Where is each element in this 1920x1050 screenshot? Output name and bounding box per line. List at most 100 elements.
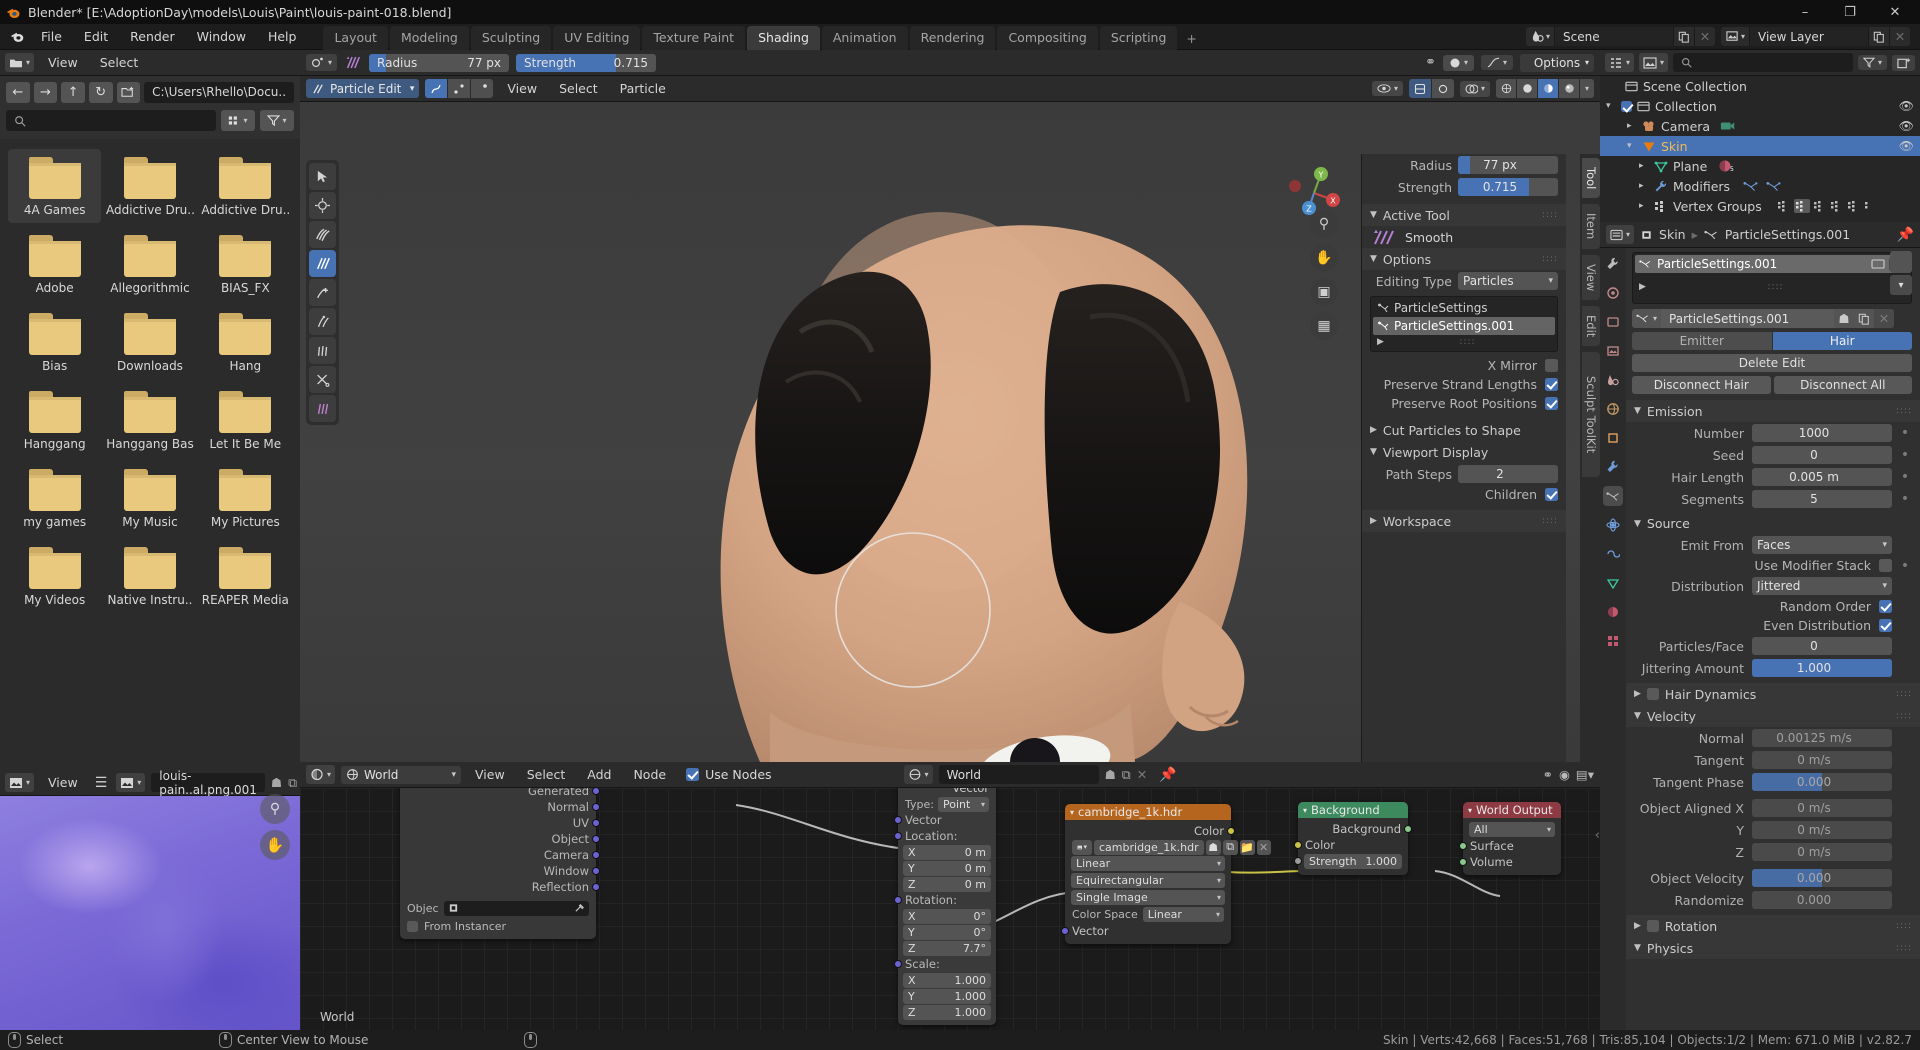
render-visibility-icon[interactable] <box>1871 258 1885 270</box>
source-subpanel-header[interactable]: ▼ Source <box>1626 513 1920 534</box>
editor-type-selector[interactable]: ▾ <box>5 53 35 72</box>
fake-user-icon[interactable]: ☗ <box>1205 839 1221 855</box>
tab-world-properties[interactable] <box>1603 399 1623 419</box>
tool-weight-icon[interactable] <box>309 395 336 422</box>
tab-sculpting[interactable]: Sculpting <box>470 25 552 50</box>
segments-field[interactable]: 5 <box>1752 490 1892 508</box>
object-aligned-z-field[interactable]: 0 m/s <box>1752 843 1892 861</box>
file-item[interactable]: Allegorithmic <box>103 227 196 301</box>
emit-from-dropdown[interactable]: Faces <box>1752 536 1892 554</box>
tab-uv-editing[interactable]: UV Editing <box>553 25 641 50</box>
smooth-brush-icon[interactable] <box>344 55 362 70</box>
pin-icon[interactable]: 📌 <box>1159 767 1176 783</box>
rendered-shading-icon[interactable] <box>1559 79 1579 98</box>
expand-icon[interactable]: ▸ <box>1639 201 1649 211</box>
random-order-checkbox[interactable] <box>1879 600 1892 613</box>
animate-decorator[interactable]: • <box>1900 448 1910 462</box>
node-mapping[interactable]: Vector Type: Point Vector Location: X 0 m… <box>894 788 996 1025</box>
ortho-persp-gizmo-icon[interactable]: ▦ <box>1310 312 1338 340</box>
seed-field[interactable]: 0 <box>1752 446 1892 464</box>
tab-layout[interactable]: Layout <box>323 25 388 50</box>
new-datablock-icon[interactable] <box>1854 309 1874 328</box>
socket-reflection[interactable]: Reflection <box>400 879 600 895</box>
outliner-row-camera[interactable]: ▸ Camera 👁 <box>1600 116 1920 136</box>
shader-type-dropdown[interactable]: World <box>341 765 462 784</box>
tab-viewlayer-properties[interactable] <box>1603 341 1623 361</box>
tool-length-icon[interactable] <box>309 308 336 335</box>
slot-specials-menu[interactable]: ▾ <box>1890 275 1912 295</box>
select-point-icon[interactable] <box>448 79 471 98</box>
image-datablock-icon[interactable]: ▾ <box>116 773 146 792</box>
file-item[interactable]: Downloads <box>103 305 196 379</box>
node-environment-texture[interactable]: ▾ cambridge_1k.hdr Color ▾ cambridge_1k.… <box>1061 804 1271 944</box>
tab-output-properties[interactable] <box>1603 312 1623 332</box>
particle-system-icon[interactable] <box>1743 180 1759 193</box>
tab-item[interactable]: Item <box>1582 204 1600 249</box>
expand-icon[interactable]: ▸ <box>1639 161 1649 171</box>
falloff-icon[interactable]: ▾ <box>1480 55 1513 70</box>
object-aligned-x-field[interactable]: 0 m/s <box>1752 799 1892 817</box>
distribution-dropdown[interactable]: Jittered <box>1752 577 1892 595</box>
outliner-row-scene-collection[interactable]: Scene Collection <box>1600 76 1920 96</box>
collection-checkbox[interactable] <box>1621 100 1632 112</box>
tab-tool[interactable]: Tool <box>1582 158 1600 199</box>
location-z-field[interactable]: Z 0 m <box>898 876 996 892</box>
image-zoom-icon[interactable]: ⚲ <box>260 794 290 824</box>
menu-particle[interactable]: Particle <box>612 79 674 98</box>
editor-type-selector[interactable]: ▾ <box>1605 53 1635 72</box>
maximize-button[interactable]: ❐ <box>1831 0 1869 24</box>
new-folder-icon[interactable] <box>116 81 141 103</box>
source-dropdown[interactable]: Single Image <box>1071 890 1225 905</box>
overlays-dropdown-icon[interactable]: ▾ <box>1459 80 1490 97</box>
physics-panel-header[interactable]: ▼ Physics :::: <box>1626 937 1920 959</box>
menu-view[interactable]: View <box>499 79 545 98</box>
disconnect-all-button[interactable]: Disconnect All <box>1773 376 1912 394</box>
zoom-gizmo-icon[interactable]: ⚲ <box>1310 210 1338 238</box>
expand-icon[interactable]: ▸ <box>1627 121 1637 131</box>
editor-type-selector[interactable]: ▾ <box>5 773 35 792</box>
object-picker-field[interactable] <box>443 900 589 916</box>
add-slot-button[interactable] <box>1890 251 1912 273</box>
browse-particle-settings-icon[interactable]: ▾ <box>1632 309 1662 328</box>
list-item[interactable]: ParticleSettings <box>1373 299 1555 317</box>
image-pan-icon[interactable]: ✋ <box>260 830 290 860</box>
interpolation-dropdown[interactable]: Linear <box>1071 856 1225 871</box>
new-world-icon[interactable]: ⧉ <box>1122 767 1131 783</box>
file-item[interactable]: Bias <box>8 305 101 379</box>
hair-dynamics-panel-header[interactable]: ▶ Hair Dynamics :::: <box>1626 683 1920 705</box>
shading-dropdown-icon[interactable]: ▾ <box>1580 79 1594 98</box>
workspace-panel-header[interactable]: ▶ Workspace :::: <box>1362 510 1566 532</box>
node-header[interactable]: ▾ World Output <box>1463 802 1561 818</box>
tab-modeling[interactable]: Modeling <box>389 25 469 50</box>
viewport-display-panel-header[interactable]: ▼ Viewport Display <box>1362 441 1566 463</box>
vertex-group-badge[interactable] <box>1830 200 1844 212</box>
use-modifier-stack-checkbox[interactable] <box>1879 559 1892 572</box>
forward-icon[interactable]: → <box>33 81 58 103</box>
hair-dynamics-checkbox[interactable] <box>1646 688 1659 700</box>
tab-constraint-properties[interactable] <box>1603 544 1623 564</box>
node-header[interactable]: ▾ cambridge_1k.hdr <box>1065 804 1231 820</box>
scene-selector[interactable]: ▾ Scene ✕ <box>1525 27 1715 46</box>
outliner-filter-icon[interactable]: ▾ <box>1857 55 1887 70</box>
list-item[interactable]: ParticleSettings.001 <box>1635 255 1909 273</box>
randomize-field[interactable]: 0.000 <box>1752 891 1892 909</box>
rotation-z-field[interactable]: Z 7.7° <box>898 940 996 956</box>
preserve-root-checkbox[interactable] <box>1545 397 1558 410</box>
tab-material-properties[interactable] <box>1603 602 1623 622</box>
emission-panel-header[interactable]: ▼ Emission :::: <box>1626 400 1920 422</box>
tab-view[interactable]: View <box>1582 254 1600 300</box>
xray-toggle-icon[interactable] <box>1408 79 1431 98</box>
particle-system-icon-2[interactable] <box>1766 180 1782 193</box>
visibility-eye-icon[interactable]: 👁 <box>1899 139 1914 153</box>
normal-field[interactable]: 0.00125 m/s <box>1752 729 1892 747</box>
file-item[interactable]: Addictive Dru.. <box>103 149 196 223</box>
location-x-field[interactable]: X 0 m <box>898 844 996 860</box>
animate-decorator[interactable]: • <box>1900 426 1910 440</box>
world-name-field[interactable]: World <box>938 765 1099 784</box>
visibility-dropdown-icon[interactable]: ▾ <box>1371 81 1403 96</box>
x-mirror-checkbox[interactable] <box>1545 359 1558 372</box>
color-output-row[interactable]: Color <box>1065 823 1235 839</box>
tab-data-properties[interactable] <box>1603 573 1623 593</box>
tab-scripting[interactable]: Scripting <box>1099 25 1178 50</box>
tab-sculpt-toolkit[interactable]: Sculpt ToolKit <box>1582 352 1600 478</box>
